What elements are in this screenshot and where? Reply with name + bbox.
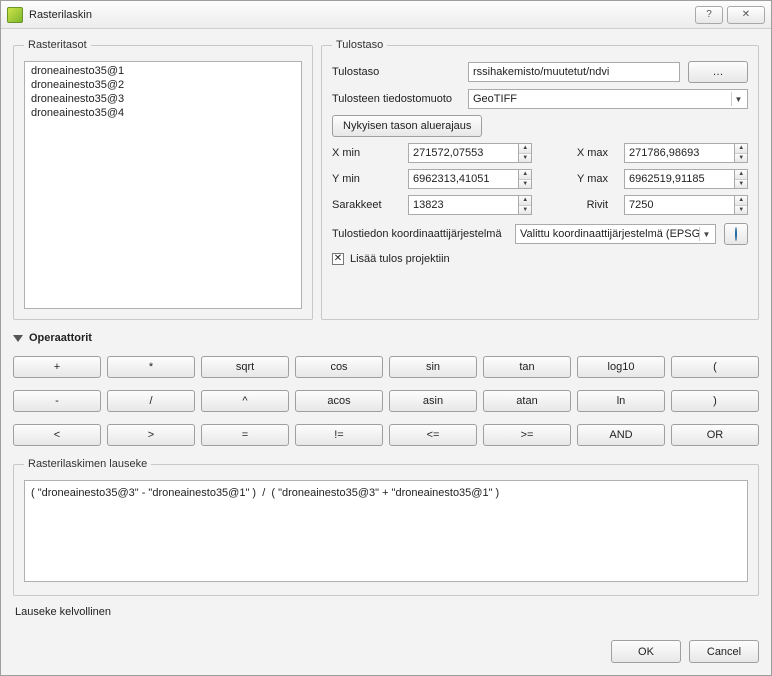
output-group: Tulostaso Tulostaso … Tulosteen tiedosto…	[321, 39, 759, 320]
operator-button[interactable]: log10	[577, 356, 665, 378]
ymin-label: Y min	[332, 173, 392, 185]
cols-spin[interactable]: ▲▼	[408, 195, 532, 215]
xmin-label: X min	[332, 147, 392, 159]
operator-button[interactable]: <	[13, 424, 101, 446]
ymax-spin[interactable]: ▲▼	[624, 169, 748, 189]
raster-layer-item[interactable]: droneainesto35@4	[29, 106, 297, 120]
output-layer-input[interactable]	[468, 62, 680, 82]
chevron-down-icon: ▼	[699, 227, 713, 241]
operators-row-1: + * sqrtcossintan log10 (	[13, 356, 759, 378]
close-button[interactable]: ✕	[727, 6, 765, 24]
raster-layers-legend: Rasteritasot	[24, 39, 91, 51]
add-to-project-label: Lisää tulos projektiin	[350, 253, 450, 265]
rows-label: Rivit	[548, 199, 608, 211]
dialog-window: Rasterilaskin ? ✕ Rasteritasot droneaine…	[0, 0, 772, 676]
xmin-input[interactable]	[408, 143, 519, 163]
operator-button[interactable]: *	[107, 356, 195, 378]
app-icon	[7, 7, 23, 23]
operators-row-2: -/ ^ acos asin atanln)	[13, 390, 759, 412]
ymax-spin-buttons[interactable]: ▲▼	[735, 169, 748, 189]
add-to-project-checkbox[interactable]: ✕	[332, 253, 344, 265]
rows-input[interactable]	[624, 195, 735, 215]
cols-spin-buttons[interactable]: ▲▼	[519, 195, 532, 215]
globe-icon	[735, 227, 737, 241]
raster-layer-item[interactable]: droneainesto35@1	[29, 64, 297, 78]
operator-button[interactable]: ln	[577, 390, 665, 412]
operator-button[interactable]: >	[107, 424, 195, 446]
crs-value: Valittu koordinaattijärjestelmä (EPSG	[520, 228, 700, 240]
operator-button[interactable]: =	[201, 424, 289, 446]
output-format-label: Tulosteen tiedostomuoto	[332, 93, 460, 105]
operator-button[interactable]: sqrt	[201, 356, 289, 378]
operators-row-3: <>=!=<=>=ANDOR	[13, 424, 759, 446]
rows-spin-buttons[interactable]: ▲▼	[735, 195, 748, 215]
operator-button[interactable]: ^	[201, 390, 289, 412]
output-format-combo[interactable]: GeoTIFF ▼	[468, 89, 748, 109]
raster-layer-item[interactable]: droneainesto35@2	[29, 78, 297, 92]
xmax-spin-buttons[interactable]: ▲▼	[735, 143, 748, 163]
crs-combo[interactable]: Valittu koordinaattijärjestelmä (EPSG ▼	[515, 224, 716, 244]
operator-button[interactable]: )	[671, 390, 759, 412]
browse-button[interactable]: …	[688, 61, 748, 83]
window-title: Rasterilaskin	[29, 9, 691, 21]
xmax-label: X max	[548, 147, 608, 159]
xmin-spin[interactable]: ▲▼	[408, 143, 532, 163]
xmax-input[interactable]	[624, 143, 735, 163]
titlebar: Rasterilaskin ? ✕	[1, 1, 771, 29]
cols-input[interactable]	[408, 195, 519, 215]
operator-button[interactable]: sin	[389, 356, 477, 378]
operator-button[interactable]: tan	[483, 356, 571, 378]
crs-select-button[interactable]	[724, 223, 748, 245]
ymax-input[interactable]	[624, 169, 735, 189]
expression-textarea[interactable]	[24, 480, 748, 582]
help-button[interactable]: ?	[695, 6, 723, 24]
status-text: Lauseke kelvollinen	[15, 606, 757, 618]
ymin-spin-buttons[interactable]: ▲▼	[519, 169, 532, 189]
operator-button[interactable]: +	[13, 356, 101, 378]
operator-button[interactable]: (	[671, 356, 759, 378]
triangle-down-icon	[13, 335, 23, 342]
operator-button[interactable]: -	[13, 390, 101, 412]
output-layer-label: Tulostaso	[332, 66, 460, 78]
operator-button[interactable]: >=	[483, 424, 571, 446]
ymax-label: Y max	[548, 173, 608, 185]
output-format-value: GeoTIFF	[473, 93, 517, 105]
raster-layer-item[interactable]: droneainesto35@3	[29, 92, 297, 106]
cols-label: Sarakkeet	[332, 199, 392, 211]
crs-label: Tulostiedon koordinaattijärjestelmä	[332, 228, 507, 240]
operator-button[interactable]: acos	[295, 390, 383, 412]
ymin-spin[interactable]: ▲▼	[408, 169, 532, 189]
operator-button[interactable]: cos	[295, 356, 383, 378]
chevron-down-icon: ▼	[731, 92, 745, 106]
dialog-buttons: OK Cancel	[1, 634, 771, 675]
operators-toggle[interactable]: Operaattorit	[13, 332, 759, 344]
operator-button[interactable]: asin	[389, 390, 477, 412]
xmin-spin-buttons[interactable]: ▲▼	[519, 143, 532, 163]
operator-button[interactable]: OR	[671, 424, 759, 446]
raster-layers-group: Rasteritasot droneainesto35@1droneainest…	[13, 39, 313, 320]
rows-spin[interactable]: ▲▼	[624, 195, 748, 215]
operator-button[interactable]: !=	[295, 424, 383, 446]
output-legend: Tulostaso	[332, 39, 387, 51]
raster-layers-listbox[interactable]: droneainesto35@1droneainesto35@2droneain…	[24, 61, 302, 309]
ymin-input[interactable]	[408, 169, 519, 189]
operator-button[interactable]: <=	[389, 424, 477, 446]
xmax-spin[interactable]: ▲▼	[624, 143, 748, 163]
operator-button[interactable]: /	[107, 390, 195, 412]
expression-group: Rasterilaskimen lauseke	[13, 458, 759, 596]
expression-legend: Rasterilaskimen lauseke	[24, 458, 151, 470]
operators-legend: Operaattorit	[29, 332, 92, 344]
cancel-button[interactable]: Cancel	[689, 640, 759, 663]
operator-button[interactable]: AND	[577, 424, 665, 446]
current-extent-button[interactable]: Nykyisen tason aluerajaus	[332, 115, 482, 137]
ok-button[interactable]: OK	[611, 640, 681, 663]
operator-button[interactable]: atan	[483, 390, 571, 412]
